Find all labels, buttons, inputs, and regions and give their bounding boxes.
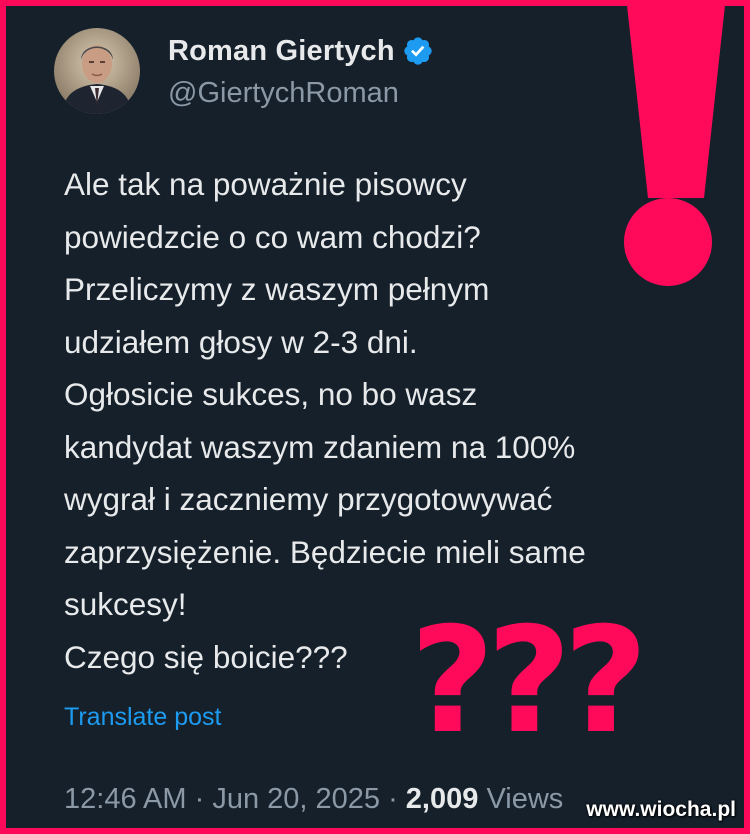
exclamation-mark-icon xyxy=(624,6,725,286)
post-time[interactable]: 12:46 AM xyxy=(64,783,187,815)
translate-post-link[interactable]: Translate post xyxy=(64,700,221,734)
post-header: Roman Giertych @GiertychRoman xyxy=(54,28,434,114)
views-label: Views xyxy=(486,783,564,815)
name-row: Roman Giertych xyxy=(168,34,434,68)
meta-separator: · xyxy=(186,783,213,815)
post-card: Roman Giertych @GiertychRoman Ale tak na… xyxy=(0,0,750,834)
post-meta: 12:46 AM · Jun 20, 2025 · 2,009 Views xyxy=(64,782,563,816)
person-portrait-icon xyxy=(54,28,140,114)
question-marks-overlay: ??? xyxy=(410,596,648,766)
avatar[interactable] xyxy=(54,28,140,114)
watermark: www.wiocha.pl xyxy=(586,798,736,821)
meta-separator: · xyxy=(380,783,406,815)
author-names: Roman Giertych @GiertychRoman xyxy=(168,32,434,110)
author-handle[interactable]: @GiertychRoman xyxy=(168,76,434,110)
post-date[interactable]: Jun 20, 2025 xyxy=(212,783,380,815)
verified-badge-icon[interactable] xyxy=(402,35,434,67)
views-count: 2,009 xyxy=(405,783,479,815)
author-display-name[interactable]: Roman Giertych xyxy=(168,34,395,68)
